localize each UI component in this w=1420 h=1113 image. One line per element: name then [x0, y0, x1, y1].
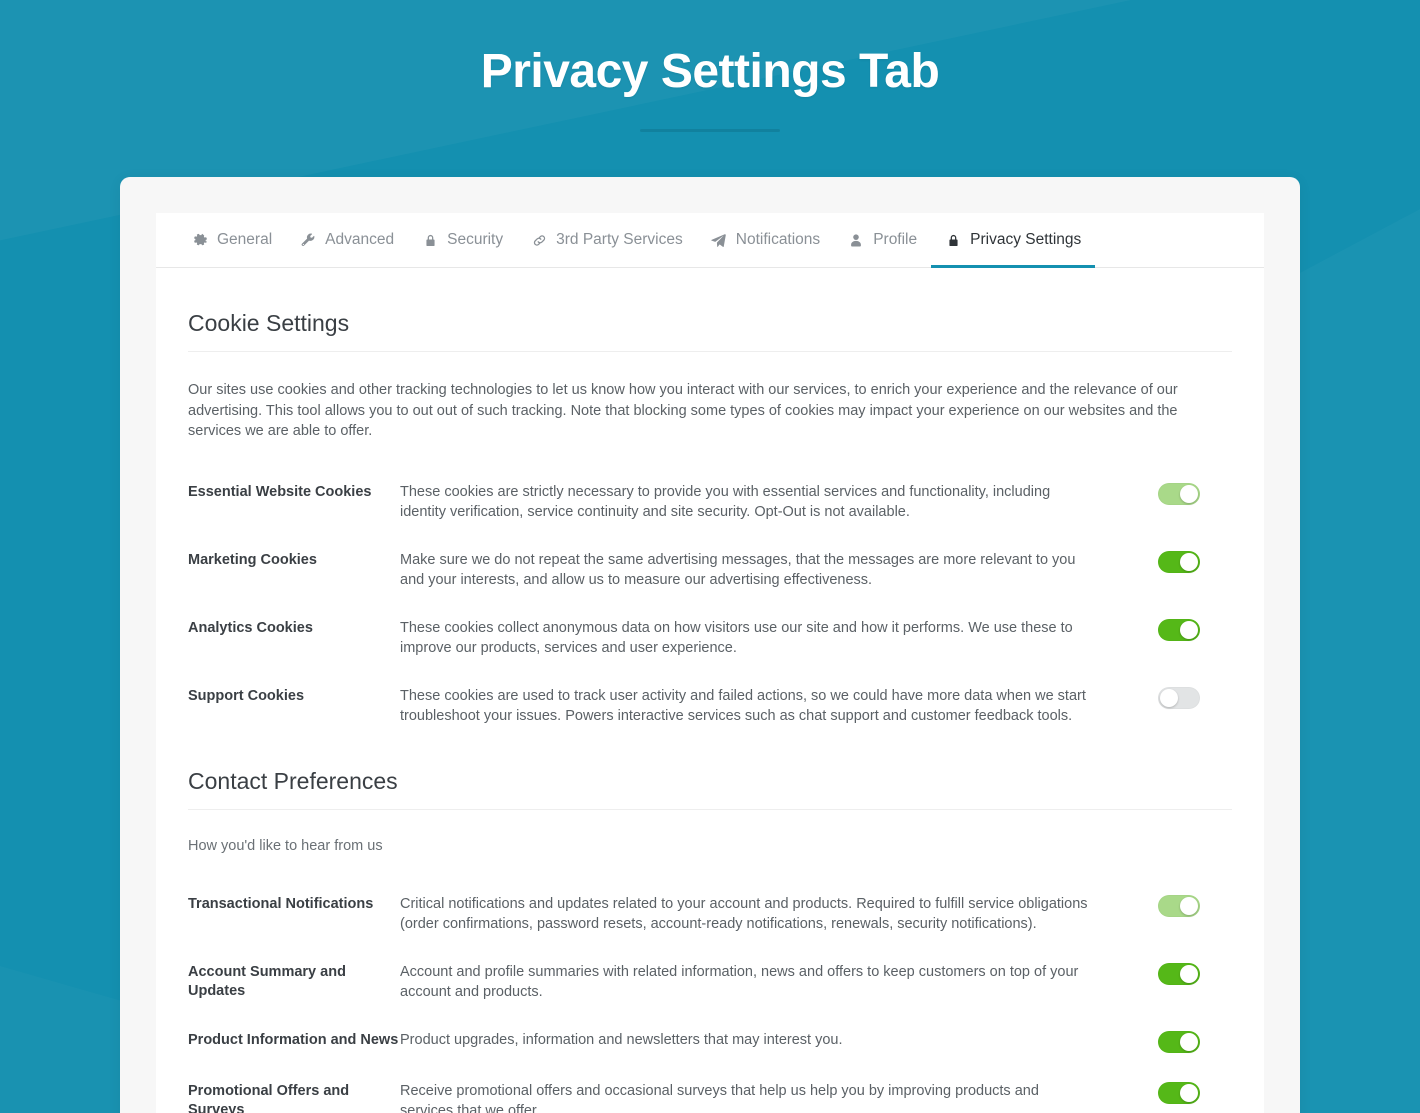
settings-card-inner: General Advanced Security 3rd Party Service… [156, 213, 1264, 1113]
settings-card: General Advanced Security 3rd Party Service… [120, 177, 1300, 1113]
preference-label: Marketing Cookies [188, 551, 317, 568]
preference-label: Essential Website Cookies [188, 483, 372, 500]
preference-label: Transactional Notifications [188, 895, 374, 912]
lock-icon [422, 232, 438, 248]
preference-description: These cookies are used to track user act… [400, 687, 1086, 724]
preference-row: Product Information and News Product upgr… [188, 1016, 1232, 1067]
preference-toggle[interactable] [1158, 1030, 1200, 1053]
cookie-preferences-list: Essential Website Cookies These cookies a… [188, 442, 1232, 740]
cookie-settings-section: Cookie Settings Our sites use cookies an… [188, 310, 1232, 740]
contact-preferences-heading: Contact Preferences [188, 767, 398, 794]
preference-label: Product Information and News [188, 1031, 399, 1048]
preference-toggle-cell [1140, 482, 1200, 505]
preference-row: Transactional Notifications Critical noti… [188, 880, 1232, 948]
preference-description: These cookies collect anonymous data on … [400, 619, 1073, 656]
preference-toggle-cell [1140, 550, 1200, 573]
toggle-knob [1160, 688, 1178, 707]
tab-label: Privacy Settings [970, 231, 1082, 249]
tab-3rd-party-services[interactable]: 3rd Party Services [517, 231, 697, 268]
cookie-settings-heading: Cookie Settings [188, 310, 350, 337]
tab-privacy-settings[interactable]: Privacy Settings [931, 231, 1096, 269]
preference-description: Receive promotional offers and occasiona… [400, 1082, 1039, 1113]
preference-toggle[interactable] [1158, 1081, 1200, 1104]
cookie-settings-intro: Our sites use cookies and other tracking… [188, 382, 1178, 440]
preference-description: These cookies are strictly necessary to … [400, 483, 1051, 520]
preference-label: Support Cookies [188, 687, 305, 704]
tab-label: Notifications [735, 231, 821, 249]
tab-label: Profile [873, 231, 918, 249]
toggle-knob [1180, 964, 1198, 983]
preference-label: Promotional Offers and Surveys [188, 1082, 350, 1113]
tab-general[interactable]: General [178, 231, 286, 268]
toggle-knob [1180, 484, 1198, 503]
gear-icon [192, 232, 208, 248]
preference-description: Make sure we do not repeat the same adve… [400, 551, 1076, 588]
contact-preferences-section: Contact Preferences How you'd like to he… [188, 740, 1232, 1113]
tab-content-privacy-settings: Cookie Settings Our sites use cookies an… [156, 268, 1264, 1113]
tab-notifications[interactable]: Notifications [697, 231, 834, 268]
preference-row: Account Summary and Updates Account and p… [188, 948, 1232, 1016]
toggle-knob [1180, 1083, 1198, 1102]
lock-icon [945, 232, 961, 248]
wrench-icon [300, 232, 316, 248]
tab-label: General [217, 231, 273, 249]
toggle-knob [1180, 1032, 1198, 1051]
preference-toggle-cell [1140, 686, 1200, 709]
tab-label: 3rd Party Services [556, 231, 683, 249]
tab-advanced[interactable]: Advanced [286, 231, 408, 268]
toggle-knob [1180, 620, 1198, 639]
toggle-knob [1180, 896, 1198, 915]
preference-row: Essential Website Cookies These cookies a… [188, 468, 1232, 536]
preference-description: Critical notifications and updates relat… [400, 895, 1088, 932]
preference-toggle [1158, 482, 1200, 505]
preference-row: Support Cookies These cookies are used to… [188, 672, 1232, 740]
preference-toggle[interactable] [1158, 550, 1200, 573]
preference-row: Analytics Cookies These cookies collect a… [188, 604, 1232, 672]
preference-toggle-cell [1140, 962, 1200, 985]
preference-toggle[interactable] [1158, 962, 1200, 985]
contact-preferences-list: Transactional Notifications Critical noti… [188, 854, 1232, 1113]
preference-description: Product upgrades, information and newsle… [400, 1031, 843, 1048]
contact-preferences-subtitle: How you'd like to hear from us [188, 837, 383, 854]
preference-toggle-cell [1140, 618, 1200, 641]
preference-row: Promotional Offers and Surveys Receive pr… [188, 1067, 1232, 1113]
preference-label: Analytics Cookies [188, 619, 313, 636]
page-header: Privacy Settings Tab [0, 0, 1420, 133]
page-title: Privacy Settings Tab [480, 45, 940, 98]
tab-profile[interactable]: Profile [834, 231, 931, 268]
preference-description: Account and profile summaries with relat… [400, 963, 1079, 1000]
preference-toggle [1158, 894, 1200, 917]
preference-toggle-cell [1140, 1030, 1200, 1053]
paper-plane-icon [711, 232, 727, 248]
link-icon [531, 232, 547, 248]
preference-row: Marketing Cookies Make sure we do not rep… [188, 536, 1232, 604]
preference-toggle-cell [1140, 894, 1200, 917]
preference-toggle[interactable] [1158, 618, 1200, 641]
user-icon [848, 232, 864, 248]
toggle-knob [1180, 552, 1198, 571]
preference-label: Account Summary and Updates [188, 963, 346, 1000]
title-divider [640, 129, 780, 133]
tab-security[interactable]: Security [408, 231, 517, 268]
tab-label: Advanced [325, 231, 395, 249]
preference-toggle[interactable] [1158, 686, 1200, 709]
tab-label: Security [447, 231, 504, 249]
preference-toggle-cell [1140, 1081, 1200, 1104]
tab-bar: General Advanced Security 3rd Party Service… [156, 213, 1264, 269]
